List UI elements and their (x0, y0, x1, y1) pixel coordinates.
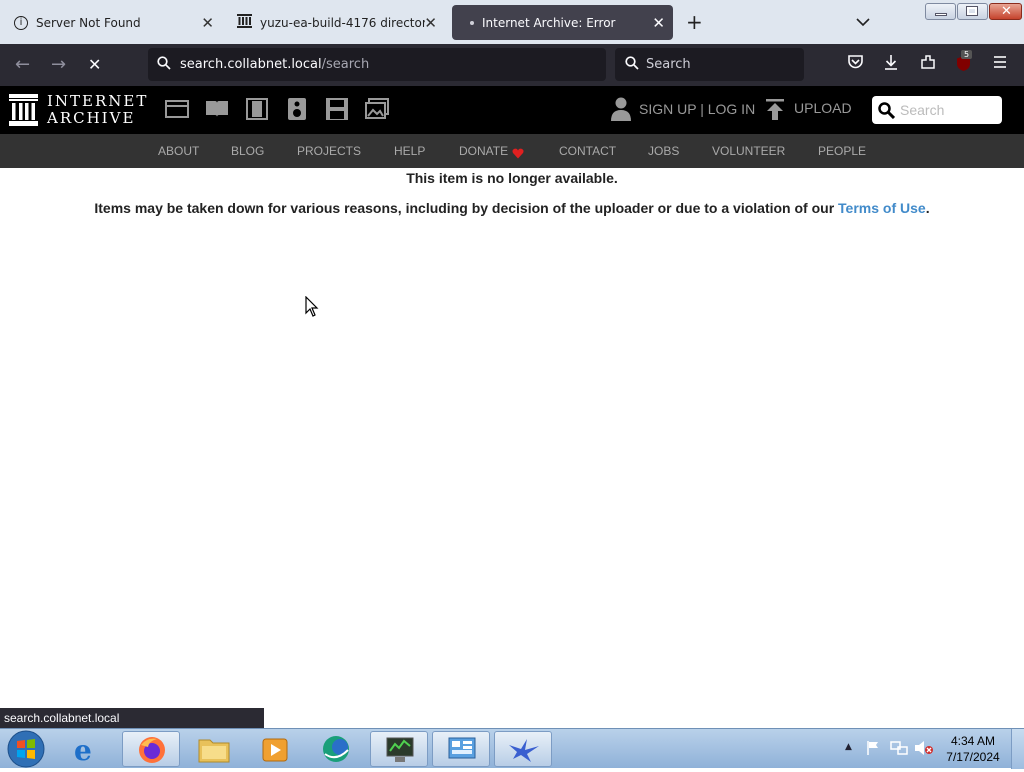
tab-title: yuzu-ea-build-4176 directory listing (260, 15, 425, 30)
media-player-icon (262, 737, 288, 767)
user-icon[interactable] (611, 97, 631, 125)
close-tab-icon[interactable]: ✕ (424, 14, 437, 32)
internet-explorer-icon: e (74, 734, 92, 767)
system-clock[interactable]: 4:34 AM 7/17/2024 (940, 733, 1006, 765)
nav-volunteer[interactable]: VOLUNTEER (712, 144, 785, 158)
software-icon[interactable] (325, 98, 349, 120)
folder-icon (198, 737, 230, 767)
takedown-text: Items may be taken down for various reas… (94, 200, 839, 216)
url-path: /search (321, 57, 370, 72)
search-placeholder: Search (646, 57, 691, 72)
taskbar-control-panel[interactable] (432, 731, 490, 767)
download-icon[interactable] (883, 54, 899, 74)
tab-strip: i Server Not Found ✕ yuzu-ea-build-4176 … (0, 0, 1024, 44)
ia-header: INTERNET ARCHIVE SIGN UP | LOG IN UPLOAD… (0, 86, 1024, 134)
ia-logo-line2[interactable]: ARCHIVE (47, 109, 135, 127)
web-icon[interactable] (165, 98, 189, 120)
loading-dot-icon (470, 20, 474, 25)
takedown-message: Items may be taken down for various reas… (0, 200, 1024, 216)
ia-search-placeholder: Search (900, 102, 945, 118)
signup-login-link[interactable]: SIGN UP | LOG IN (639, 101, 755, 117)
action-center-flag-icon[interactable] (866, 740, 880, 760)
close-tab-icon[interactable]: ✕ (201, 14, 214, 32)
search-icon (157, 55, 171, 74)
taskbar-file-explorer[interactable] (184, 731, 242, 767)
tab-server-not-found[interactable]: i Server Not Found ✕ (4, 5, 222, 40)
taskbar-bird-app[interactable] (494, 731, 552, 767)
nav-about[interactable]: ABOUT (158, 144, 199, 158)
takedown-trail: . (925, 200, 930, 216)
notification-badge: 5 (961, 50, 973, 59)
start-button-icon[interactable] (7, 730, 45, 772)
stop-loading-icon[interactable]: ✕ (88, 55, 101, 74)
restore-button[interactable] (957, 3, 988, 20)
taskbar-firefox[interactable] (122, 731, 180, 767)
upload-icon[interactable] (765, 99, 785, 125)
show-desktop-button[interactable] (1011, 729, 1024, 769)
unavailable-heading: This item is no longer available. (406, 170, 618, 186)
info-icon: i (14, 15, 28, 30)
extensions-icon[interactable] (920, 54, 936, 74)
forward-arrow-icon[interactable]: → (51, 54, 66, 75)
tab-title: Server Not Found (36, 15, 141, 30)
video-icon[interactable] (245, 98, 269, 120)
clock-time: 4:34 AM (950, 734, 996, 748)
ia-subnav: ABOUT BLOG PROJECTS HELP DONATE CONTACT … (0, 134, 1024, 168)
search-icon (878, 102, 896, 123)
mouse-cursor-icon (305, 295, 319, 322)
chevron-down-icon[interactable] (856, 12, 870, 31)
nav-people[interactable]: PEOPLE (818, 144, 866, 158)
search-icon (625, 55, 639, 74)
close-window-button[interactable]: ✕ (989, 3, 1022, 20)
texts-icon[interactable] (205, 98, 229, 120)
ia-search-input[interactable]: Search (872, 96, 1002, 124)
heart-icon (512, 144, 524, 163)
upload-link[interactable]: UPLOAD (794, 100, 852, 116)
windows-taskbar: e ▲ 4:34 AM 7/17/2024 (0, 728, 1024, 769)
taskbar-app-globe[interactable] (308, 731, 366, 767)
nav-help[interactable]: HELP (394, 144, 425, 158)
nav-projects[interactable]: PROJECTS (297, 144, 361, 158)
url-host: search.collabnet.local (180, 57, 322, 72)
globe-app-icon (320, 734, 352, 768)
close-tab-icon[interactable]: ✕ (652, 14, 665, 32)
clock-date: 7/17/2024 (946, 750, 1000, 764)
audio-icon[interactable] (285, 98, 309, 120)
firefox-icon (137, 735, 167, 769)
menu-icon[interactable] (992, 54, 1008, 73)
volume-muted-icon[interactable] (914, 740, 934, 760)
minimize-button[interactable] (925, 3, 956, 20)
terms-of-use-link[interactable]: Terms of Use (838, 200, 926, 216)
bird-app-icon (507, 737, 541, 767)
tab-internet-archive-error[interactable]: Internet Archive: Error ✕ (452, 5, 673, 40)
nav-jobs[interactable]: JOBS (648, 144, 679, 158)
taskbar-media-player[interactable] (246, 731, 304, 767)
taskbar-internet-explorer[interactable]: e (60, 731, 118, 767)
new-tab-icon[interactable]: + (686, 10, 703, 34)
tab-yuzu-directory[interactable]: yuzu-ea-build-4176 directory listing ✕ (227, 5, 445, 40)
nav-blog[interactable]: BLOG (231, 144, 264, 158)
ia-logo-line1[interactable]: INTERNET (47, 92, 148, 110)
pocket-icon[interactable] (847, 54, 864, 74)
archive-building-icon (237, 14, 252, 31)
nav-contact[interactable]: CONTACT (559, 144, 616, 158)
ia-logo-icon[interactable] (9, 94, 38, 130)
navigation-toolbar: ← → ✕ search.collabnet.local/search Sear… (0, 44, 1024, 86)
url-bar[interactable]: search.collabnet.local/search (148, 48, 606, 81)
monitor-app-icon (385, 736, 415, 768)
nav-donate[interactable]: DONATE (459, 144, 508, 158)
status-url-overlay: search.collabnet.local (0, 708, 264, 728)
browser-search-field[interactable]: Search (615, 48, 804, 81)
network-icon[interactable] (890, 740, 908, 760)
back-arrow-icon[interactable]: ← (15, 54, 30, 75)
images-icon[interactable] (365, 98, 389, 120)
control-panel-icon (447, 736, 477, 768)
tab-title: Internet Archive: Error (482, 15, 616, 30)
taskbar-monitor-app[interactable] (370, 731, 428, 767)
show-hidden-icons-icon[interactable]: ▲ (845, 742, 852, 752)
